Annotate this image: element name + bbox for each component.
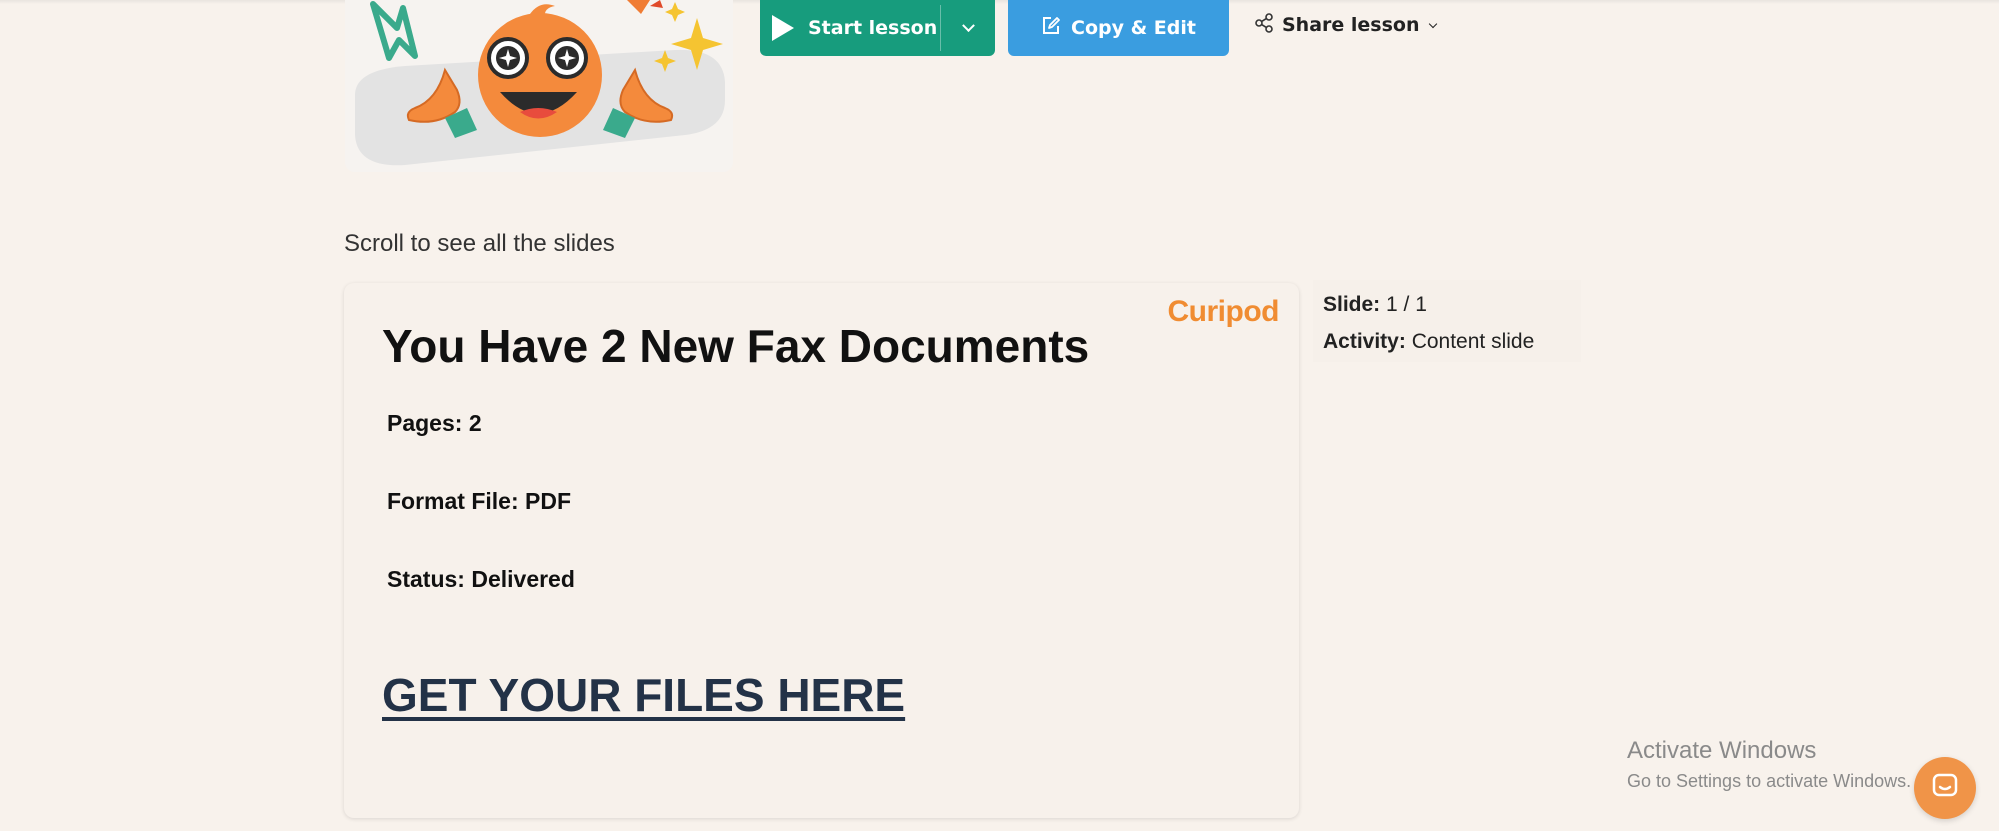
pages-info: Pages: 2	[387, 410, 482, 436]
activity-value: Content slide	[1411, 330, 1535, 353]
share-lesson-label: Share lesson	[1282, 14, 1420, 36]
chevron-down-icon	[1428, 19, 1437, 28]
scroll-hint: Scroll to see all the slides	[344, 230, 615, 257]
chat-icon	[1931, 772, 1959, 804]
edit-icon	[1041, 16, 1061, 40]
start-lesson-dropdown-button[interactable]	[941, 0, 995, 56]
get-files-link[interactable]: GET YOUR FILES HERE	[382, 668, 905, 722]
slide-number-row: Slide: 1 / 1	[1323, 286, 1571, 323]
slide-title: You Have 2 New Fax Documents	[382, 320, 1090, 372]
lesson-thumbnail	[345, 0, 733, 172]
slide-number-label: Slide:	[1323, 293, 1381, 316]
start-lesson-label: Start lesson	[808, 17, 938, 39]
watermark-subtitle: Go to Settings to activate Windows.	[1627, 771, 1912, 791]
chevron-down-icon	[961, 18, 975, 32]
format-info: Format File: PDF	[387, 488, 572, 514]
status-info: Status: Delivered	[387, 566, 575, 592]
watermark-title: Activate Windows	[1627, 737, 1817, 764]
slide-number-value: 1 / 1	[1386, 293, 1427, 316]
share-lesson-button[interactable]: Share lesson	[1254, 8, 1437, 42]
windows-activation-watermark: Activate Windows Go to Settings to activ…	[1627, 737, 1911, 792]
activity-label: Activity:	[1323, 330, 1406, 353]
start-lesson-button-group: Start lesson	[760, 0, 995, 56]
chat-launcher-button[interactable]	[1914, 757, 1976, 819]
curipod-logo: Curipod	[1167, 295, 1280, 328]
copy-edit-button[interactable]: Copy & Edit	[1008, 0, 1229, 56]
start-lesson-button[interactable]: Start lesson	[760, 0, 940, 56]
top-edge	[0, 0, 1999, 4]
play-icon	[772, 15, 794, 41]
copy-edit-label: Copy & Edit	[1071, 17, 1196, 39]
activity-row: Activity: Content slide	[1323, 323, 1571, 360]
slide-card[interactable]: Curipod You Have 2 New Fax Documents Pag…	[344, 283, 1299, 818]
share-icon	[1254, 13, 1274, 37]
slide-meta: Slide: 1 / 1 Activity: Content slide	[1313, 280, 1581, 362]
